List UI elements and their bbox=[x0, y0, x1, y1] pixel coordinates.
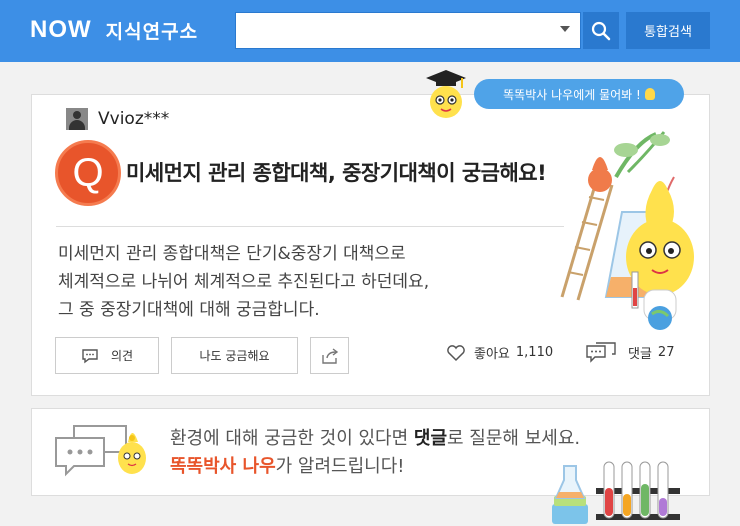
opinion-label: 의견 bbox=[110, 349, 134, 363]
mascot-scholar-icon bbox=[426, 70, 466, 118]
bubble-text: 똑똑박사 나우에게 물어봐 ! bbox=[503, 87, 641, 102]
comment-counter[interactable]: 댓글 27 bbox=[586, 341, 674, 363]
banner-line-2: 똑똑박사 나우가 알려드립니다! bbox=[170, 453, 580, 481]
search-button[interactable] bbox=[583, 12, 619, 49]
chat-bubbles-icon bbox=[55, 425, 146, 477]
chevron-down-icon[interactable] bbox=[560, 26, 570, 32]
top-header: NOW 지식연구소 통합검색 bbox=[0, 0, 740, 62]
speech-bubble-icon bbox=[82, 348, 98, 363]
banner-line1-part2: 로 질문해 보세요. bbox=[447, 428, 581, 449]
bottom-banner-text: 환경에 대해 궁금한 것이 있다면 댓글로 질문해 보세요. 똑똑박사 나우가 … bbox=[170, 425, 580, 481]
banner-line2-part: 가 알려드립니다! bbox=[275, 456, 405, 477]
question-body-line: 체계적으로 나뉘어 체계적으로 추진된다고 하던데요, bbox=[58, 272, 430, 292]
search-input[interactable] bbox=[235, 12, 581, 49]
banner-line1-part1: 환경에 대해 궁금한 것이 있다면 bbox=[170, 428, 414, 449]
comment-count: 27 bbox=[657, 344, 675, 360]
opinion-button[interactable]: 의견 bbox=[55, 337, 159, 374]
search-icon bbox=[591, 21, 611, 40]
comments-icon bbox=[586, 342, 616, 363]
question-title: 미세먼지 관리 종합대책, 중장기대책이 궁금해요! bbox=[126, 161, 547, 185]
comment-label: 댓글 bbox=[628, 346, 652, 362]
like-label: 좋아요 bbox=[474, 347, 510, 362]
banner-mascot-name: 똑똑박사 나우 bbox=[170, 456, 276, 477]
like-count: 1,110 bbox=[515, 345, 554, 360]
test-tubes-illustration bbox=[552, 461, 680, 524]
share-button[interactable] bbox=[310, 337, 349, 374]
question-body-line: 그 중 중장기대책에 대해 궁금합니다. bbox=[58, 300, 320, 320]
lightbulb-icon bbox=[644, 88, 655, 100]
me-too-curious-button[interactable]: 나도 궁금해요 bbox=[171, 337, 298, 374]
banner-line-1: 환경에 대해 궁금한 것이 있다면 댓글로 질문해 보세요. bbox=[170, 425, 580, 453]
site-logo[interactable]: NOW 지식연구소 bbox=[30, 16, 198, 44]
curious-label: 나도 궁금해요 bbox=[199, 349, 270, 363]
title-divider bbox=[56, 226, 564, 227]
logo-title-text: 지식연구소 bbox=[105, 20, 199, 43]
question-badge: Q bbox=[55, 140, 121, 206]
author-name: Vvioz*** bbox=[98, 109, 170, 129]
question-body-line: 미세먼지 관리 종합대책은 단기&중장기 대책으로 bbox=[58, 244, 406, 264]
question-author[interactable]: Vvioz*** bbox=[66, 108, 169, 130]
like-counter[interactable]: 좋아요 1,110 bbox=[446, 343, 553, 362]
logo-now-text: NOW bbox=[30, 16, 92, 43]
share-icon bbox=[321, 347, 338, 364]
heart-icon bbox=[447, 344, 465, 361]
banner-comment-keyword: 댓글 bbox=[413, 428, 448, 449]
science-mascot-illustration bbox=[560, 131, 694, 330]
total-search-button[interactable]: 통합검색 bbox=[626, 12, 710, 49]
mascot-speech-bubble[interactable]: 똑똑박사 나우에게 물어봐 ! bbox=[474, 79, 684, 109]
question-body: 미세먼지 관리 종합대책은 단기&중장기 대책으로 체계적으로 나뉘어 체계적으… bbox=[58, 240, 528, 324]
avatar bbox=[66, 108, 88, 130]
